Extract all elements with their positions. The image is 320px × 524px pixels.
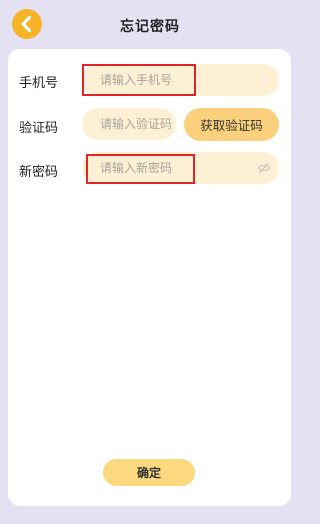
phone-input[interactable] (82, 64, 279, 96)
form-card: 手机号 验证码 获取验证码 新密码 确定 (8, 49, 291, 506)
code-input[interactable] (82, 108, 176, 140)
get-code-button[interactable]: 获取验证码 (184, 108, 279, 141)
phone-field (82, 64, 279, 96)
password-label: 新密码 (19, 165, 59, 180)
page-title: 忘记密码 (120, 19, 180, 35)
confirm-button[interactable]: 确定 (103, 459, 195, 486)
eye-off-icon[interactable] (257, 161, 271, 175)
password-input[interactable] (82, 152, 279, 184)
code-field (82, 108, 176, 140)
password-field (82, 152, 279, 184)
header: 忘记密码 (0, 0, 300, 48)
phone-label: 手机号 (19, 76, 59, 91)
code-label: 验证码 (19, 121, 59, 136)
